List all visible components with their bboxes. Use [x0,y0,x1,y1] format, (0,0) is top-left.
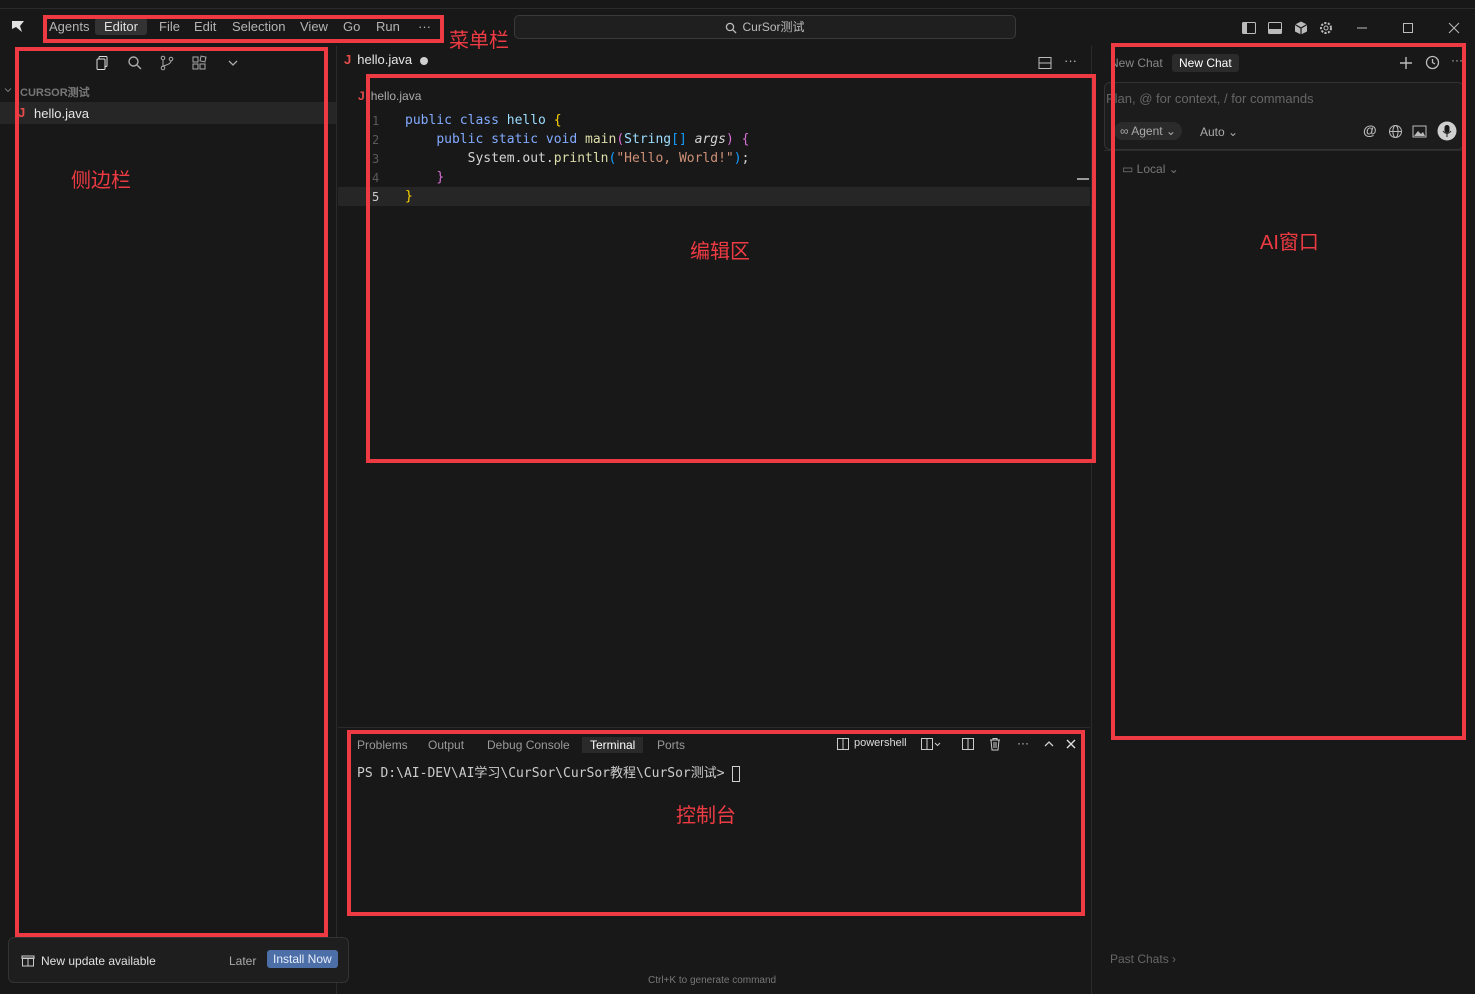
annotation-label-ai: AI窗口 [1260,232,1319,254]
cube-icon[interactable] [1293,20,1309,36]
editor-more-icon[interactable]: ··· [1064,53,1077,68]
gear-icon[interactable] [1318,20,1334,36]
java-file-icon: J [344,52,352,67]
notification-text: New update available [41,954,156,968]
gift-icon [21,955,35,967]
explorer-chevron-icon[interactable] [4,86,12,94]
annotation-label-menubar: 菜单栏 [449,30,509,52]
annotation-label-sidebar: 侧边栏 [71,170,131,192]
annotation-label-editor: 编辑区 [690,241,750,263]
java-file-icon: J [358,89,365,103]
annotation-box-ai [1111,43,1466,740]
minimize-icon[interactable] [1354,20,1370,36]
annotation-label-console: 控制台 [676,805,736,827]
past-chats-link[interactable]: Past Chats › [1110,952,1176,966]
tab-label: hello.java [357,52,413,67]
install-now-button[interactable]: Install Now [267,950,338,968]
split-editor-icon[interactable] [1037,55,1053,71]
generate-command-hint: Ctrl+K to generate command [648,975,777,986]
update-notification: New update available Later Install Now [8,937,349,983]
later-button[interactable]: Later [229,954,256,968]
chevron-right-icon: › [1168,952,1177,966]
toggle-panel-icon[interactable] [1267,20,1283,36]
search-icon [726,22,737,34]
maximize-icon[interactable] [1400,20,1416,36]
close-window-icon[interactable] [1446,20,1462,36]
annotation-box-editor [366,74,1096,463]
editor-tab[interactable]: Jhello.java [344,52,429,74]
toggle-sidebar-icon[interactable] [1241,20,1257,36]
cursor-logo-icon[interactable] [10,18,26,34]
past-chats-label: Past Chats [1110,952,1169,966]
annotation-box-sidebar [15,47,328,937]
annotation-box-menubar [43,15,444,43]
unsaved-dot-icon[interactable] [420,56,429,65]
search-box-text: CurSor测试 [742,20,805,34]
command-search-box[interactable]: CurSor测试 [514,15,1016,39]
